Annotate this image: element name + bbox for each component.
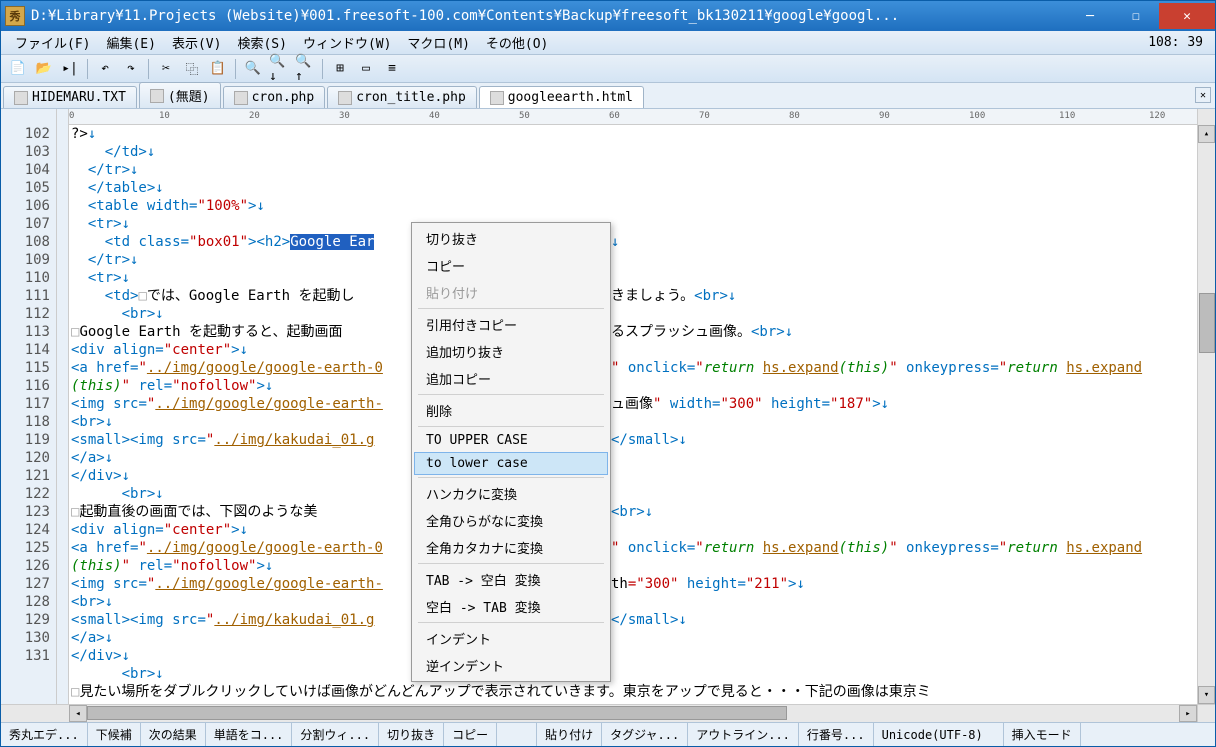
line-number-gutter: 102 103 104 105 106 107 108 109 110 111 … <box>1 125 57 704</box>
find-prev-icon[interactable]: 🔍↓ <box>268 58 290 80</box>
status-cell[interactable]: 秀丸エデ... <box>1 723 88 746</box>
status-cell[interactable]: コピー <box>444 723 497 746</box>
new-file-icon[interactable]: 📄 <box>7 58 29 80</box>
menu-window[interactable]: ウィンドウ(W) <box>295 31 399 54</box>
context-menu-item[interactable]: インデント <box>414 625 608 652</box>
scroll-down-icon[interactable]: ▾ <box>1198 686 1215 704</box>
cut-icon[interactable]: ✂ <box>155 58 177 80</box>
tab-untitled[interactable]: (無題) <box>139 82 221 108</box>
scroll-up-icon[interactable]: ▴ <box>1198 125 1215 143</box>
file-icon <box>490 91 504 105</box>
tab-label: HIDEMARU.TXT <box>32 90 126 105</box>
context-menu-item[interactable]: 追加コピー <box>414 365 608 392</box>
status-cell[interactable]: アウトライン... <box>688 723 799 746</box>
scroll-thumb-h[interactable] <box>87 706 787 720</box>
window-title: D:¥Library¥11.Projects (Website)¥001.fre… <box>31 8 1067 24</box>
context-menu-item[interactable]: 空白 -> TAB 変換 <box>414 593 608 620</box>
tab-label: cron_title.php <box>356 90 466 105</box>
status-cell[interactable]: 下候補 <box>88 723 141 746</box>
tab-hidemaru[interactable]: HIDEMARU.TXT <box>3 86 137 108</box>
tab-bar: HIDEMARU.TXT (無題) cron.php cron_title.ph… <box>1 83 1215 109</box>
context-menu-item[interactable]: 追加切り抜き <box>414 338 608 365</box>
context-menu-item[interactable]: to lower case <box>414 452 608 475</box>
horizontal-scrollbar[interactable]: ◂ ▸ <box>69 704 1197 722</box>
status-cell[interactable]: 分割ウィ... <box>292 723 379 746</box>
tab-label: googleearth.html <box>508 90 633 105</box>
file-icon <box>14 91 28 105</box>
menu-other[interactable]: その他(O) <box>478 31 556 54</box>
tab-googleearth[interactable]: googleearth.html <box>479 86 644 108</box>
tab-label: cron.php <box>252 90 315 105</box>
app-icon: 秀 <box>5 6 25 26</box>
status-cell[interactable] <box>497 723 537 746</box>
context-menu-item[interactable]: 全角カタカナに変換 <box>414 534 608 561</box>
maximize-button[interactable]: ☐ <box>1113 3 1159 29</box>
tool-a-icon[interactable]: ⊞ <box>329 58 351 80</box>
tab-label: (無題) <box>168 86 210 105</box>
tab-cron-php[interactable]: cron.php <box>223 86 326 108</box>
status-cell[interactable]: タグジャ... <box>602 723 688 746</box>
folding-gutter <box>57 125 69 704</box>
ruler: 0102030405060708090100110120 <box>69 109 1197 125</box>
menu-macro[interactable]: マクロ(M) <box>399 31 477 54</box>
status-cell[interactable]: 貼り付け <box>537 723 602 746</box>
context-menu-item[interactable]: TO UPPER CASE <box>414 429 608 452</box>
tool-c-icon[interactable]: ≡ <box>381 58 403 80</box>
redo-icon[interactable]: ↷ <box>120 58 142 80</box>
cursor-position: 108: 39 <box>1148 35 1209 50</box>
context-menu-item[interactable]: 切り抜き <box>414 225 608 252</box>
status-cell[interactable]: 切り抜き <box>379 723 444 746</box>
context-menu-item[interactable]: 削除 <box>414 397 608 424</box>
status-cell[interactable]: 挿入モード <box>1004 723 1081 746</box>
status-cell[interactable]: Unicode(UTF-8) <box>874 723 1004 746</box>
context-menu-item[interactable]: 逆インデント <box>414 652 608 679</box>
status-cell[interactable]: 単語をコ... <box>206 723 293 746</box>
scroll-right-icon[interactable]: ▸ <box>1179 705 1197 722</box>
scroll-thumb[interactable] <box>1199 293 1215 353</box>
context-menu-item[interactable]: コピー <box>414 252 608 279</box>
file-icon <box>338 91 352 105</box>
titlebar[interactable]: 秀 D:¥Library¥11.Projects (Website)¥001.f… <box>1 1 1215 31</box>
editor-area: 102 103 104 105 106 107 108 109 110 111 … <box>1 125 1215 704</box>
context-menu-item[interactable]: TAB -> 空白 変換 <box>414 566 608 593</box>
toolbar: 📄 📂 ▸| ↶ ↷ ✂ ⿻ 📋 🔍 🔍↓ 🔍↑ ⊞ ▭ ≡ <box>1 55 1215 83</box>
file-icon <box>234 91 248 105</box>
context-menu-item[interactable]: 全角ひらがなに変換 <box>414 507 608 534</box>
context-menu-item[interactable]: ハンカクに変換 <box>414 480 608 507</box>
status-cell[interactable]: 次の結果 <box>141 723 206 746</box>
menubar: ファイル(F) 編集(E) 表示(V) 検索(S) ウィンドウ(W) マクロ(M… <box>1 31 1215 55</box>
app-window: 秀 D:¥Library¥11.Projects (Website)¥001.f… <box>0 0 1216 747</box>
menu-edit[interactable]: 編集(E) <box>98 31 163 54</box>
close-button[interactable]: ✕ <box>1159 3 1215 29</box>
tab-cron-title[interactable]: cron_title.php <box>327 86 477 108</box>
file-icon <box>150 89 164 103</box>
menu-search[interactable]: 検索(S) <box>229 31 294 54</box>
context-menu: 切り抜きコピー貼り付け引用付きコピー追加切り抜き追加コピー削除 TO UPPER … <box>411 222 611 682</box>
menu-view[interactable]: 表示(V) <box>164 31 229 54</box>
scroll-left-icon[interactable]: ◂ <box>69 705 87 722</box>
copy-icon[interactable]: ⿻ <box>181 58 203 80</box>
save-icon[interactable]: ▸| <box>59 58 81 80</box>
open-file-icon[interactable]: 📂 <box>33 58 55 80</box>
code-editor[interactable]: ?>↓ </td>↓ </tr>↓ </table>↓ <table width… <box>69 125 1197 704</box>
status-bar: 秀丸エデ...下候補次の結果単語をコ...分割ウィ...切り抜きコピー 貼り付けタ… <box>1 722 1215 746</box>
close-all-tabs-icon[interactable]: ✕ <box>1195 87 1211 103</box>
find-icon[interactable]: 🔍 <box>242 58 264 80</box>
minimize-button[interactable]: ─ <box>1067 3 1113 29</box>
context-menu-item[interactable]: 引用付きコピー <box>414 311 608 338</box>
tool-b-icon[interactable]: ▭ <box>355 58 377 80</box>
find-next-icon[interactable]: 🔍↑ <box>294 58 316 80</box>
context-menu-item: 貼り付け <box>414 279 608 306</box>
menu-file[interactable]: ファイル(F) <box>7 31 98 54</box>
vertical-scrollbar[interactable]: ▴ ▾ <box>1197 125 1215 704</box>
paste-icon[interactable]: 📋 <box>207 58 229 80</box>
undo-icon[interactable]: ↶ <box>94 58 116 80</box>
status-cell[interactable]: 行番号... <box>799 723 874 746</box>
